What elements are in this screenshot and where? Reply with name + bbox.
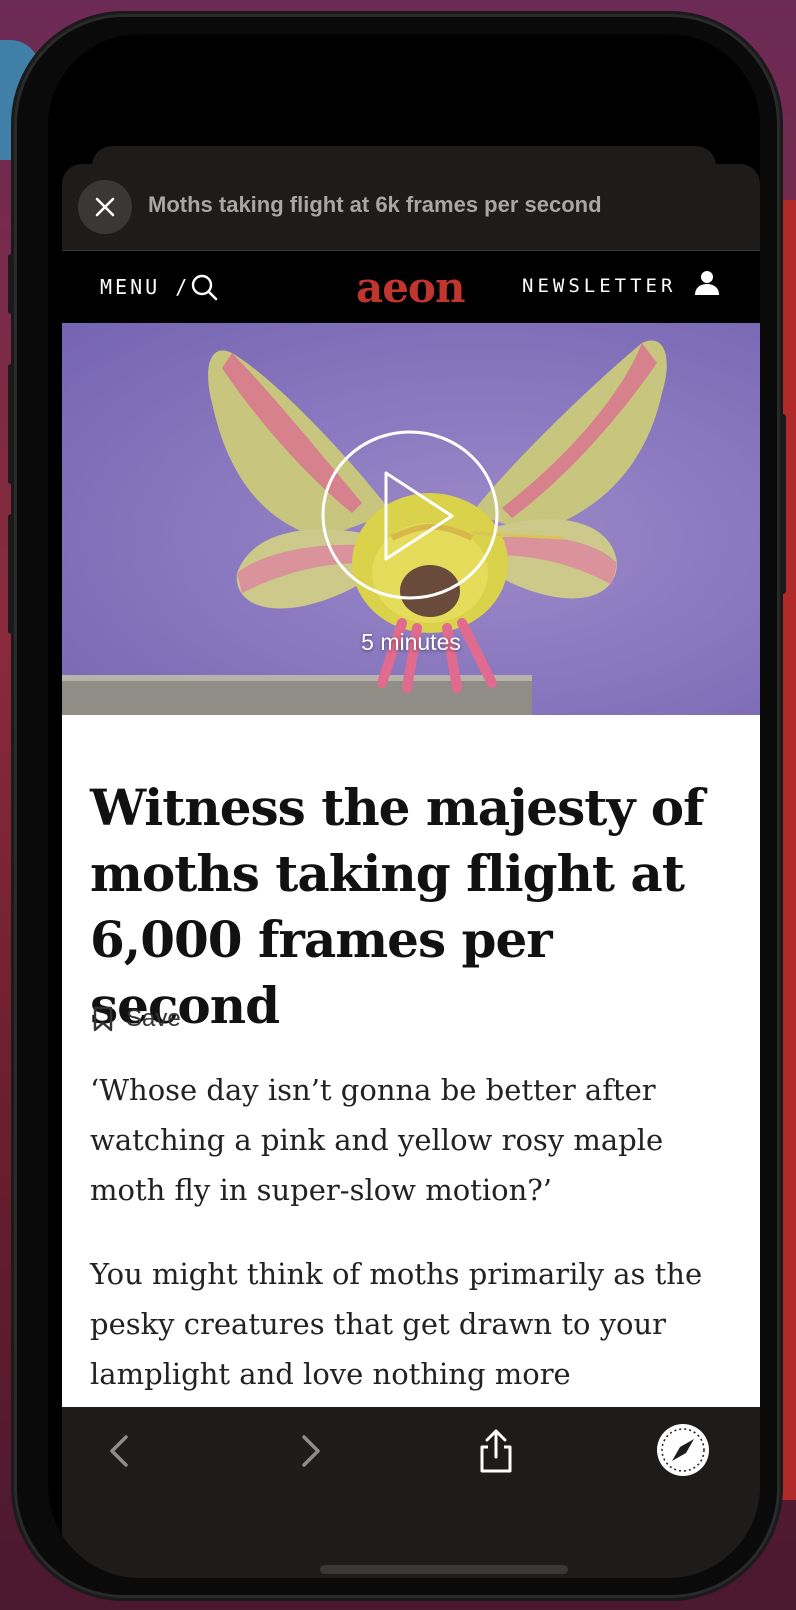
volume-down-button (8, 514, 14, 634)
play-icon (321, 430, 499, 600)
user-icon (695, 271, 719, 295)
phone-frame: Moths taking flight at 6k frames per sec… (8, 14, 786, 1598)
sheet-title: Moths taking flight at 6k frames per sec… (148, 192, 602, 217)
forward-button[interactable] (292, 1427, 328, 1480)
home-indicator (320, 1565, 568, 1574)
article-standfirst: ‘Whose day isn’t gonna be better after w… (90, 1073, 664, 1207)
forward-arrow-icon (302, 1435, 320, 1467)
search-button[interactable] (190, 273, 218, 306)
browser-sheet: Moths taking flight at 6k frames per sec… (62, 164, 760, 1578)
site-nav: MENU / aeon NEWSLETTER (62, 251, 760, 323)
search-icon (191, 274, 218, 301)
article-headline: Witness the majesty of moths taking flig… (90, 778, 705, 1035)
silent-switch (8, 254, 14, 314)
sheet-header: Moths taking flight at 6k frames per sec… (62, 164, 760, 251)
save-label: Save (126, 1005, 181, 1032)
bookmark-icon (93, 1006, 113, 1032)
account-button[interactable] (694, 269, 720, 302)
power-button (780, 414, 786, 594)
video-duration: 5 minutes (361, 629, 461, 655)
back-arrow-icon (110, 1435, 128, 1467)
back-button[interactable] (102, 1427, 138, 1480)
open-in-safari-button[interactable] (656, 1423, 710, 1482)
aeon-logo[interactable]: aeon (356, 263, 465, 312)
video-hero[interactable]: 5 minutes (62, 323, 760, 715)
browser-toolbar (62, 1407, 760, 1578)
article-content: Witness the majesty of moths taking flig… (62, 715, 760, 1407)
safari-compass-icon (657, 1424, 709, 1476)
close-icon (95, 197, 115, 217)
close-button[interactable] (78, 180, 132, 234)
menu-link[interactable]: MENU / (100, 275, 190, 299)
article-body: You might think of moths primarily as th… (90, 1257, 703, 1391)
share-button[interactable] (474, 1427, 518, 1480)
save-button[interactable]: Save (92, 1005, 181, 1033)
volume-up-button (8, 364, 14, 484)
screen: Moths taking flight at 6k frames per sec… (48, 34, 760, 1578)
newsletter-link[interactable]: NEWSLETTER (522, 275, 676, 297)
share-icon (480, 1429, 512, 1473)
